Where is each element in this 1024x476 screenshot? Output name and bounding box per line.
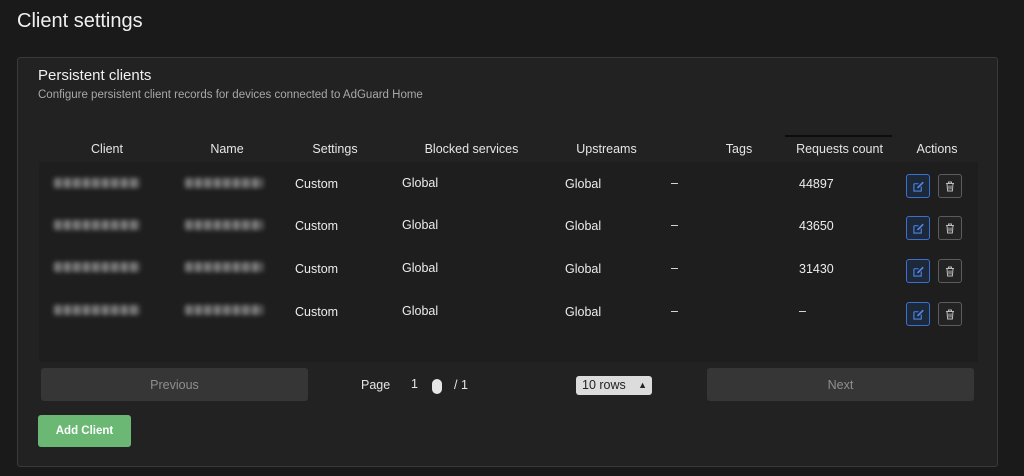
column-header-blocked-services[interactable]: Blocked services — [414, 142, 529, 156]
persistent-clients-card: Persistent clients Configure persistent … — [17, 57, 998, 467]
card-title: Persistent clients — [38, 67, 152, 84]
edit-icon — [912, 266, 924, 277]
delete-client-button[interactable] — [938, 174, 962, 198]
table-row: Custom Global Global – – — [39, 291, 978, 333]
tags-cell: – — [671, 304, 678, 318]
column-header-tags[interactable]: Tags — [719, 142, 759, 156]
edit-client-button[interactable] — [906, 216, 930, 240]
client-id-redacted — [54, 305, 140, 315]
blocked-services-cell: Global — [402, 261, 439, 275]
tags-cell: – — [671, 176, 678, 190]
requests-count-cell[interactable]: 43650 — [799, 219, 834, 233]
upstreams-cell: Global — [565, 177, 602, 191]
column-header-actions: Actions — [916, 142, 958, 156]
client-name-redacted — [185, 262, 263, 272]
client-name-redacted — [185, 220, 263, 230]
edit-icon — [912, 223, 924, 234]
delete-client-button[interactable] — [938, 216, 962, 240]
add-client-button[interactable]: Add Client — [38, 415, 131, 447]
tags-cell: – — [671, 218, 678, 232]
client-id-redacted — [54, 262, 140, 272]
column-header-upstreams[interactable]: Upstreams — [569, 142, 644, 156]
table-row: Custom Global Global – 31430 — [39, 248, 978, 290]
table-body: Custom Global Global – 44897 Custom Glob… — [39, 162, 978, 362]
upstreams-cell: Global — [565, 219, 602, 233]
edit-icon — [912, 309, 924, 320]
table-row: Custom Global Global – 43650 — [39, 205, 978, 247]
client-id-redacted — [54, 178, 140, 188]
settings-cell: Custom — [295, 262, 339, 276]
tags-cell: – — [671, 261, 678, 275]
table-row: Custom Global Global – 44897 — [39, 162, 978, 204]
trash-icon — [946, 223, 954, 233]
rows-per-page-value: 10 rows — [582, 378, 626, 392]
delete-client-button[interactable] — [938, 259, 962, 283]
client-id-redacted — [54, 220, 140, 230]
settings-cell: Custom — [295, 305, 339, 319]
blocked-services-cell: Global — [402, 176, 439, 190]
trash-icon — [946, 181, 954, 191]
page-number-input[interactable]: 1 — [411, 377, 459, 397]
blocked-services-cell: Global — [402, 218, 439, 232]
trash-icon — [946, 266, 954, 276]
clients-table: Client Name Settings Blocked services Up… — [39, 134, 978, 362]
settings-cell: Custom — [295, 219, 339, 233]
upstreams-cell: Global — [565, 305, 602, 319]
client-name-redacted — [185, 178, 263, 188]
delete-client-button[interactable] — [938, 302, 962, 326]
spinner-icon[interactable] — [432, 379, 442, 394]
requests-count-cell[interactable]: 44897 — [799, 177, 834, 191]
upstreams-cell: Global — [565, 262, 602, 276]
edit-client-button[interactable] — [906, 259, 930, 283]
edit-client-button[interactable] — [906, 174, 930, 198]
card-subtitle: Configure persistent client records for … — [38, 89, 423, 101]
page-title: Client settings — [17, 10, 143, 32]
select-arrows-icon: ▲︎ — [638, 380, 647, 390]
sort-indicator — [785, 135, 892, 137]
rows-per-page-select[interactable]: 10 rows ▲︎ — [576, 376, 652, 395]
table-header: Client Name Settings Blocked services Up… — [39, 134, 978, 162]
requests-count-cell[interactable]: 31430 — [799, 262, 834, 276]
client-name-redacted — [185, 305, 263, 315]
column-header-client[interactable]: Client — [87, 142, 127, 156]
column-header-requests-count[interactable]: Requests count — [787, 142, 892, 156]
edit-icon — [912, 181, 924, 192]
requests-count-cell: – — [799, 304, 806, 318]
trash-icon — [946, 309, 954, 319]
previous-page-button[interactable]: Previous — [41, 368, 308, 401]
column-header-name[interactable]: Name — [207, 142, 247, 156]
total-pages: / 1 — [454, 378, 468, 392]
settings-cell: Custom — [295, 177, 339, 191]
column-header-settings[interactable]: Settings — [305, 142, 365, 156]
page-number-value: 1 — [411, 377, 418, 391]
edit-client-button[interactable] — [906, 302, 930, 326]
blocked-services-cell: Global — [402, 304, 439, 318]
page-label: Page — [361, 378, 391, 392]
next-page-button[interactable]: Next — [707, 368, 974, 401]
